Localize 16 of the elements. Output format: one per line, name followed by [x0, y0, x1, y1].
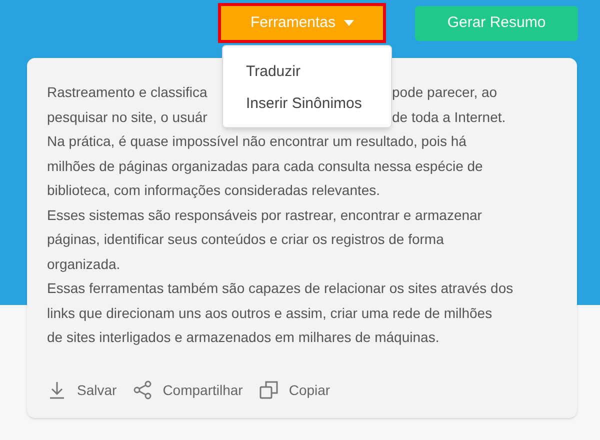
paragraph: Esses sistemas são responsáveis por rastrear, encontrar e armazenar páginas, identificar seus conteúdos e criar os registros de forma organizada. — [47, 206, 482, 274]
download-icon — [47, 380, 67, 400]
paragraph-text-fragment: pesquisar no site, o usuár — [47, 108, 208, 124]
menu-item[interactable]: Inserir Sinônimos — [223, 88, 391, 120]
paragraph-text-fragment: Rastreamento e classifica — [47, 84, 208, 100]
caret-icon — [344, 20, 354, 26]
paragraph-text-fragment: pode parecer, ao — [392, 83, 498, 102]
paragraph-text-fragment: de toda a Internet. — [392, 108, 506, 126]
paragraph: Na prática, é quase impossível não encontrar um resultado, pois há milhões de páginas organizadas para cada consulta nessa espécie de biblioteca, com informações consideradas relevantes. — [47, 132, 483, 200]
copy-button[interactable]: Copiar — [258, 378, 330, 402]
copy-icon — [258, 380, 279, 400]
download-button[interactable]: Salvar — [47, 378, 117, 402]
paragraph: Essas ferramentas também são capazes de relacionar os sites através dos links que direcionam uns aos outros e assim, criar uma rede de milhões de sites interligados e armazenados em milhares de máquinas. — [47, 279, 514, 347]
menu-item[interactable]: Traduzir — [223, 56, 391, 88]
share-button[interactable]: Compartilhar — [132, 378, 243, 402]
share-icon — [132, 380, 153, 400]
